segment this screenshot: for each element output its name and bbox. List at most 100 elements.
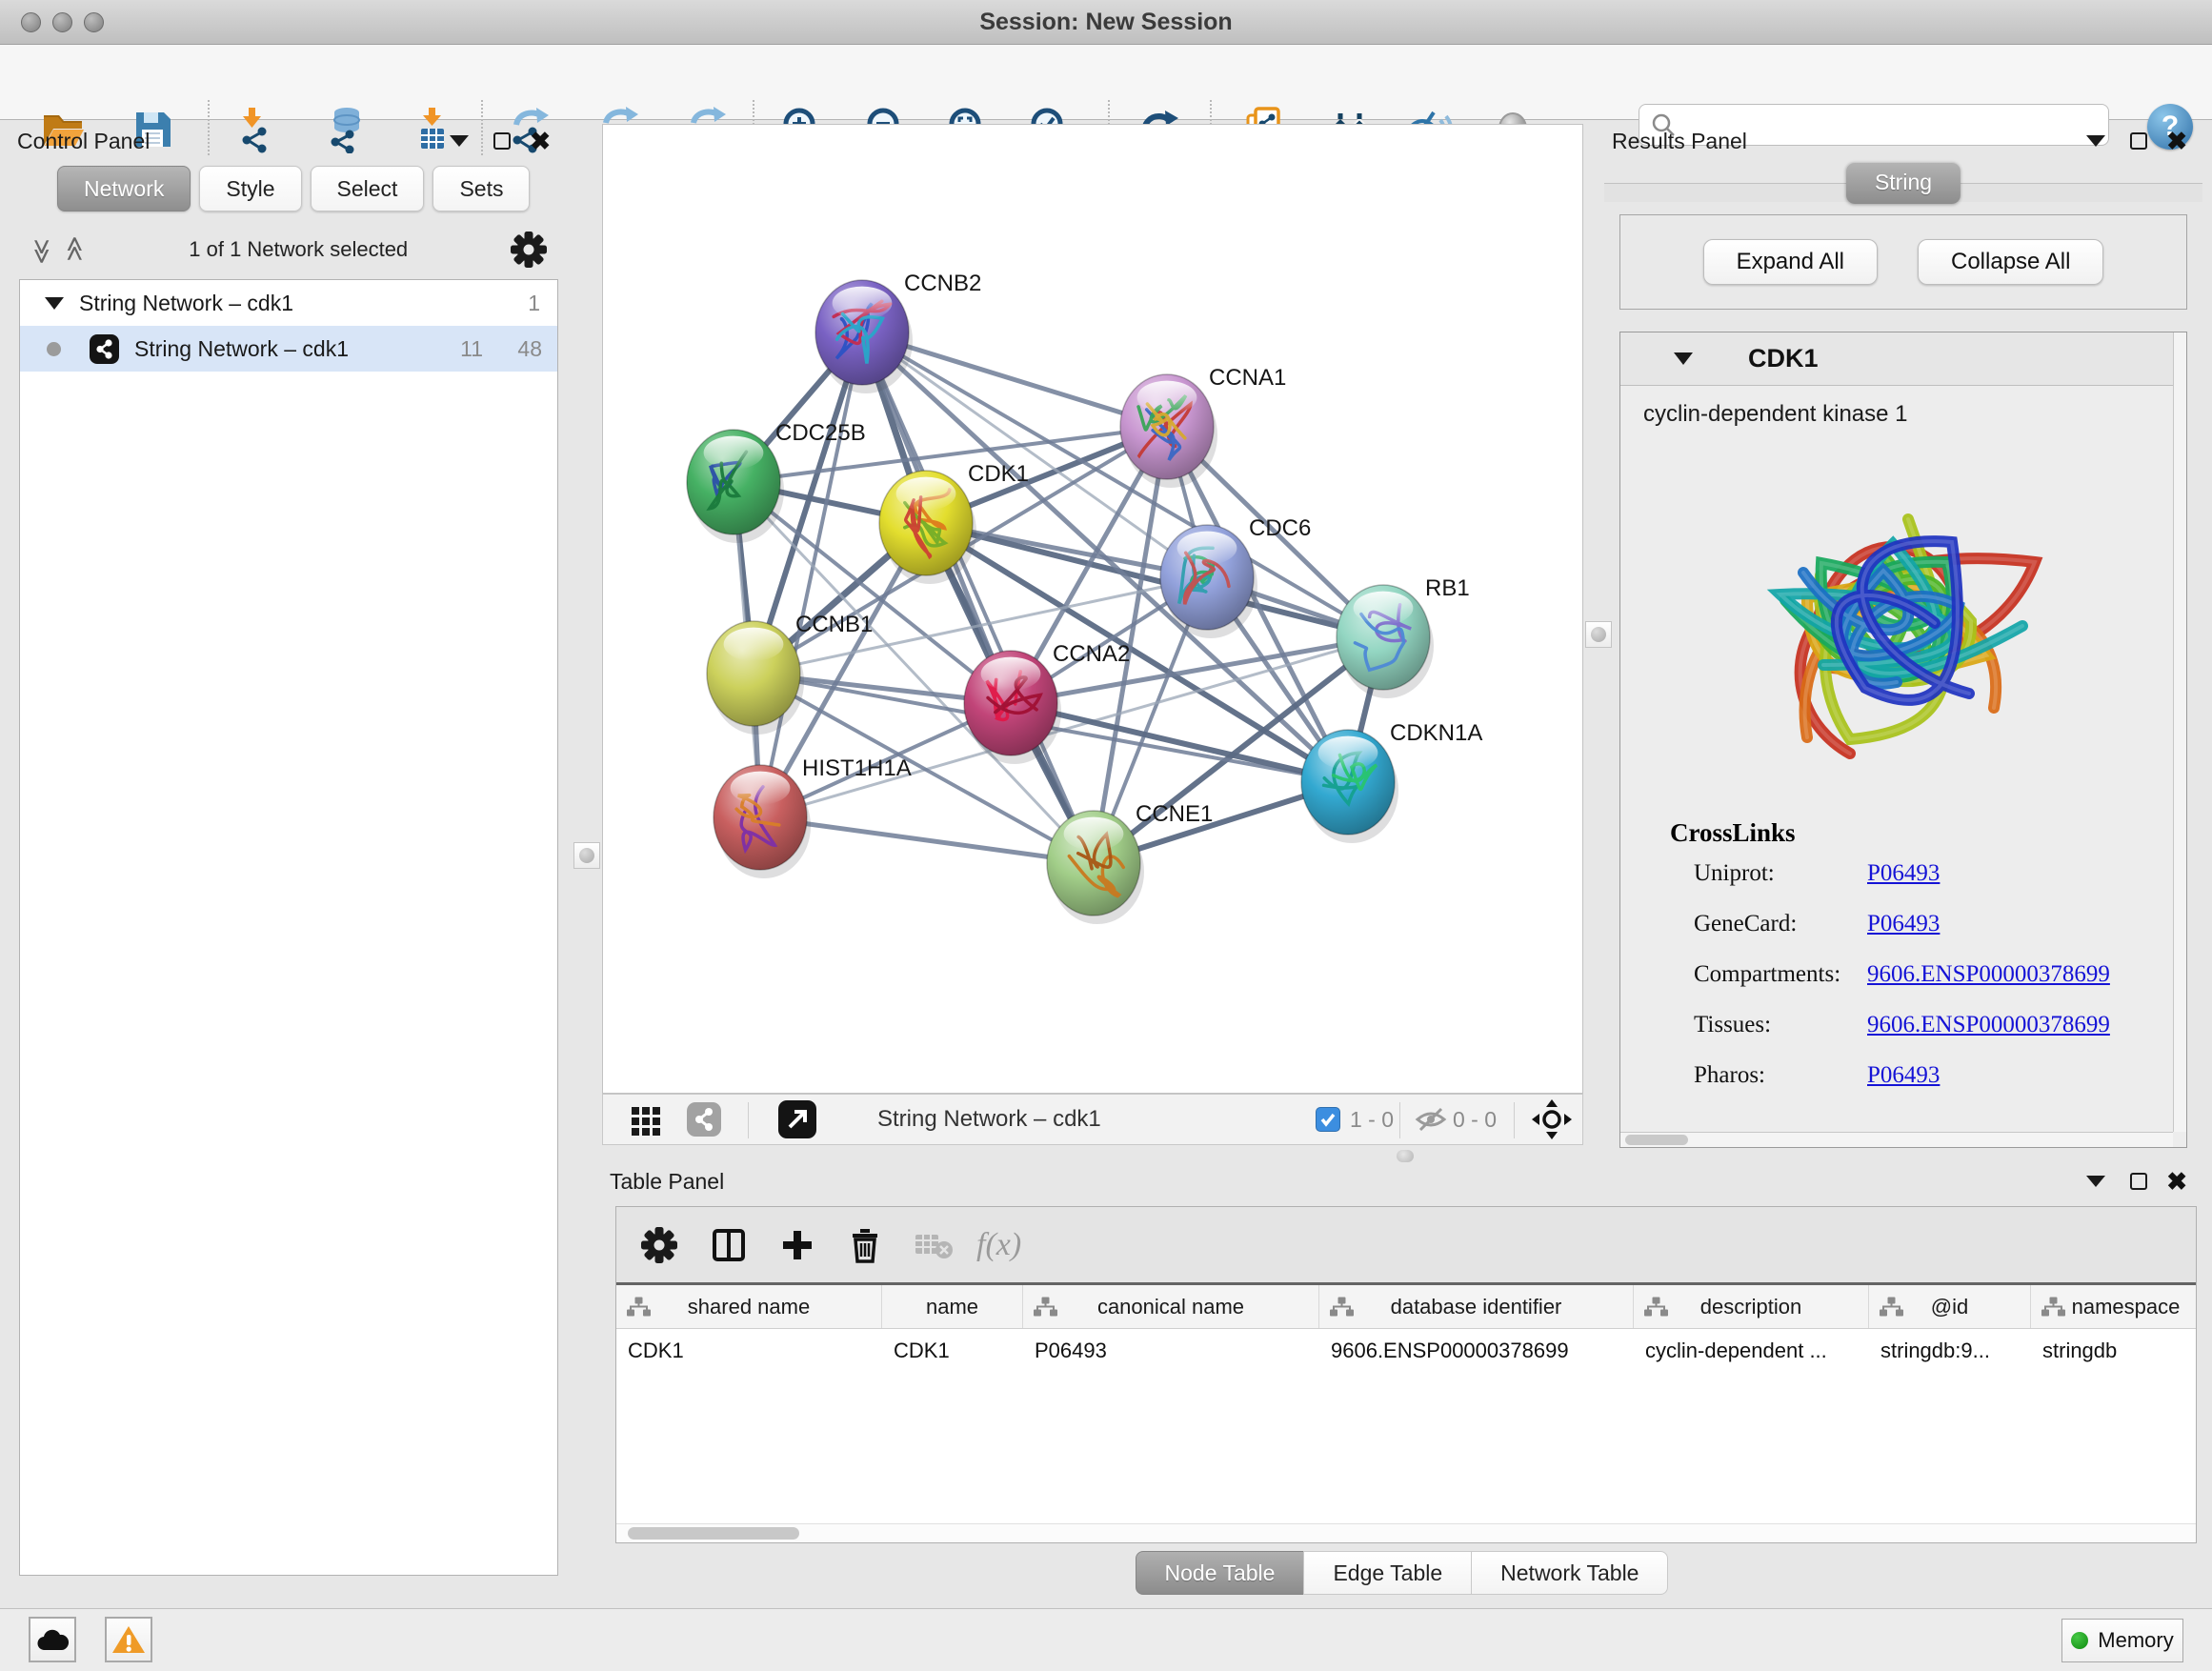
column-header--id[interactable]: @id bbox=[1869, 1285, 2031, 1328]
column-header-description[interactable]: description bbox=[1634, 1285, 1869, 1328]
scrollbar-thumb[interactable] bbox=[628, 1527, 799, 1540]
tab-node-table[interactable]: Node Table bbox=[1136, 1551, 1305, 1595]
network-view-title: String Network – cdk1 bbox=[877, 1095, 1101, 1144]
node-label-CDK1: CDK1 bbox=[968, 461, 1029, 487]
crosslinks-section: CrossLinks Uniprot: P06493 GeneCard: P06… bbox=[1620, 818, 2171, 1100]
panel-menu-icon[interactable] bbox=[450, 135, 469, 147]
column-header-namespace[interactable]: namespace bbox=[2031, 1285, 2197, 1328]
node-CCNB2[interactable]: CCNB2 bbox=[815, 271, 981, 393]
crosslink-link[interactable]: P06493 bbox=[1867, 1062, 1940, 1089]
table-panel-header: Table Panel ✖ bbox=[602, 1164, 2202, 1198]
cloud-icon bbox=[35, 1627, 70, 1652]
panel-menu-icon[interactable] bbox=[2086, 1176, 2105, 1187]
node-label-CCNE1: CCNE1 bbox=[1136, 801, 1213, 827]
network-options-gear-icon[interactable] bbox=[511, 232, 547, 268]
horizontal-splitter-grip[interactable] bbox=[1397, 1150, 1414, 1162]
main-toolbar: ? bbox=[0, 45, 2212, 120]
panel-close-icon[interactable]: ✖ bbox=[2166, 129, 2187, 153]
grid-view-icon[interactable] bbox=[630, 1095, 662, 1144]
edge-CCNB2-HIST1H1A[interactable] bbox=[760, 332, 862, 817]
hidden-eye-icon[interactable] bbox=[1415, 1095, 1447, 1144]
delete-table-icon-disabled bbox=[914, 1229, 954, 1261]
edge-CCNB2-CCNE1[interactable] bbox=[862, 332, 1094, 863]
panel-float-icon[interactable] bbox=[2130, 1173, 2147, 1190]
memory-button[interactable]: Memory bbox=[2061, 1619, 2183, 1662]
node-CCNB1[interactable]: CCNB1 bbox=[707, 612, 873, 735]
tab-network[interactable]: Network bbox=[57, 166, 191, 211]
collapse-all-button[interactable]: Collapse All bbox=[1918, 239, 2103, 285]
tab-string[interactable]: String bbox=[1846, 162, 1961, 204]
warnings-button[interactable] bbox=[105, 1617, 152, 1662]
gene-collapse-icon[interactable] bbox=[1674, 352, 1693, 365]
network-column-icon bbox=[2041, 1295, 2066, 1319]
gene-section-header[interactable]: CDK1 bbox=[1620, 332, 2186, 386]
crosslink-link[interactable]: 9606.ENSP00000378699 bbox=[1867, 1012, 2110, 1038]
tab-edge-table[interactable]: Edge Table bbox=[1303, 1551, 1472, 1595]
table-header-row: shared namenamecanonical namedatabase id… bbox=[616, 1285, 2196, 1329]
network-share-badge-icon bbox=[90, 334, 119, 364]
add-column-icon[interactable] bbox=[780, 1227, 814, 1263]
crosslink-label: GeneCard: bbox=[1694, 911, 1867, 937]
network-badge-icon[interactable] bbox=[687, 1095, 721, 1144]
panel-close-icon[interactable]: ✖ bbox=[530, 129, 551, 153]
panel-float-icon[interactable] bbox=[493, 132, 511, 150]
window-close-traffic-light[interactable] bbox=[21, 12, 41, 32]
network-status-dot bbox=[47, 342, 61, 356]
tab-sets[interactable]: Sets bbox=[432, 166, 530, 211]
crosslink-row: Compartments: 9606.ENSP00000378699 bbox=[1620, 949, 2171, 999]
birdseye-navigator-icon[interactable] bbox=[1531, 1095, 1573, 1144]
column-header-canonical-name[interactable]: canonical name bbox=[1023, 1285, 1319, 1328]
panel-float-icon[interactable] bbox=[2130, 132, 2147, 150]
node-CCNE1[interactable]: CCNE1 bbox=[1047, 801, 1213, 924]
cloud-button[interactable] bbox=[29, 1617, 76, 1662]
show-columns-icon[interactable] bbox=[712, 1227, 746, 1263]
column-header-database-identifier[interactable]: database identifier bbox=[1319, 1285, 1634, 1328]
tab-select[interactable]: Select bbox=[311, 166, 425, 211]
network-collection-row[interactable]: String Network – cdk1 1 bbox=[20, 280, 557, 326]
collection-expand-icon[interactable] bbox=[45, 297, 64, 310]
collapse-all-networks-icon[interactable]: ≫ bbox=[28, 238, 57, 261]
results-content: CDK1 cyclin-dependent kinase 1 CrossLink… bbox=[1619, 332, 2187, 1148]
selected-checkbox[interactable] bbox=[1316, 1095, 1340, 1144]
left-splitter-grip[interactable] bbox=[573, 842, 600, 869]
edge-CCNA2-CDKN1A[interactable] bbox=[1011, 703, 1348, 782]
node-HIST1H1A[interactable]: HIST1H1A bbox=[714, 755, 912, 878]
collection-label: String Network – cdk1 bbox=[79, 291, 293, 316]
network-canvas[interactable]: CCNB2 CCNA1 CDC25B CDK1 CDC6 bbox=[602, 124, 1583, 1094]
network-row[interactable]: String Network – cdk1 11 48 bbox=[20, 326, 557, 372]
title-bar: Session: New Session bbox=[0, 0, 2212, 45]
control-panel-header: Control Panel ✖ bbox=[10, 124, 566, 158]
table-horizontal-scrollbar[interactable] bbox=[616, 1523, 2196, 1542]
tab-network-table[interactable]: Network Table bbox=[1471, 1551, 1668, 1595]
network-column-icon bbox=[626, 1295, 652, 1319]
panel-close-icon[interactable]: ✖ bbox=[2166, 1169, 2187, 1194]
table-row[interactable]: CDK1CDK1P064939606.ENSP00000378699cyclin… bbox=[616, 1329, 2196, 1373]
node-CDKN1A[interactable]: CDKN1A bbox=[1301, 720, 1482, 843]
crosslink-row: GeneCard: P06493 bbox=[1620, 898, 2171, 949]
node-CCNA2[interactable]: CCNA2 bbox=[964, 641, 1130, 764]
results-vertical-scrollbar[interactable] bbox=[2173, 332, 2186, 1132]
node-CDC25B[interactable]: CDC25B bbox=[687, 420, 866, 543]
window-zoom-traffic-light[interactable] bbox=[84, 12, 104, 32]
delete-column-icon[interactable] bbox=[849, 1226, 881, 1264]
node-CCNA1[interactable]: CCNA1 bbox=[1120, 365, 1286, 488]
open-view-icon[interactable] bbox=[778, 1095, 816, 1144]
scrollbar-thumb[interactable] bbox=[1625, 1135, 1688, 1145]
expand-all-button[interactable]: Expand All bbox=[1703, 239, 1878, 285]
column-header-name[interactable]: name bbox=[882, 1285, 1023, 1328]
node-label-CDC6: CDC6 bbox=[1249, 515, 1311, 541]
crosslink-link[interactable]: P06493 bbox=[1867, 911, 1940, 937]
panel-menu-icon[interactable] bbox=[2086, 135, 2105, 147]
toolbar-separator bbox=[748, 1102, 749, 1138]
node-label-RB1: RB1 bbox=[1425, 575, 1470, 601]
table-settings-gear-icon[interactable] bbox=[641, 1227, 677, 1263]
column-header-shared-name[interactable]: shared name bbox=[616, 1285, 882, 1328]
window-minimize-traffic-light[interactable] bbox=[52, 12, 72, 32]
node-CDC6[interactable]: CDC6 bbox=[1160, 515, 1311, 638]
tab-style[interactable]: Style bbox=[199, 166, 301, 211]
crosslink-link[interactable]: 9606.ENSP00000378699 bbox=[1867, 961, 2110, 988]
results-horizontal-scrollbar[interactable] bbox=[1620, 1132, 2173, 1147]
expand-all-networks-icon[interactable]: ≫ bbox=[60, 238, 90, 261]
crosslink-link[interactable]: P06493 bbox=[1867, 860, 1940, 887]
node-RB1[interactable]: RB1 bbox=[1337, 575, 1470, 698]
